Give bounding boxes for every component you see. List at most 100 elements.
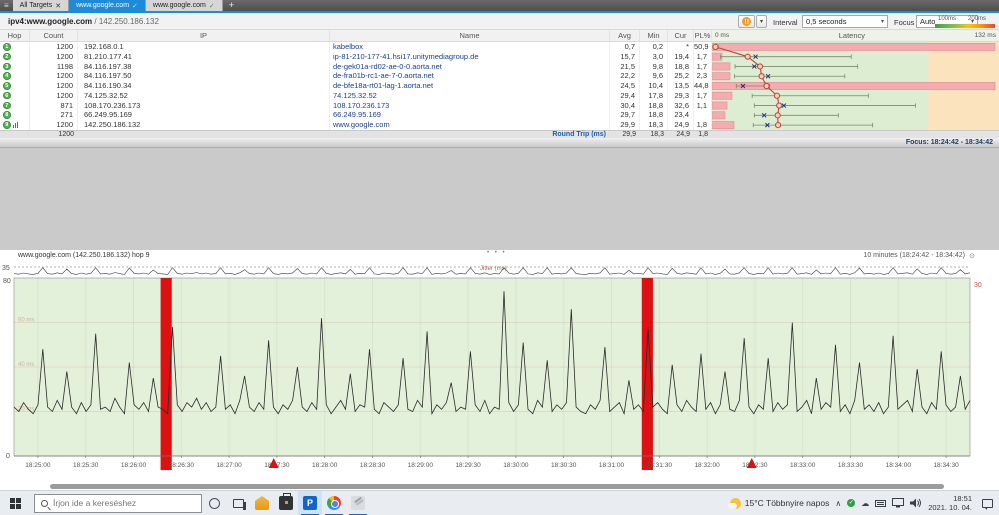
table-row[interactable]: 3 1198 84.116.197.38 de-gek01a-rd02-ae-0-0.… — [0, 61, 712, 72]
time-tick-label: 18:31:00 — [599, 462, 625, 469]
col-pl[interactable]: PL% — [694, 30, 712, 42]
time-tick-label: 18:32:00 — [694, 462, 720, 469]
cell-name: 108.170.236.173 — [330, 100, 610, 111]
cell-count: 1200 — [30, 71, 78, 82]
focus-strip: Focus: 18:24:42 - 18:34:42 — [0, 138, 999, 148]
table-row[interactable]: 4 1200 84.116.197.50 de-fra01b-rc1-ae-7-0.a… — [0, 71, 712, 82]
cell-avg: 22,2 — [610, 71, 640, 82]
cell-ip: 192.168.0.1 — [78, 42, 330, 52]
hop-badge: 2 — [3, 52, 11, 61]
search-input[interactable] — [53, 498, 183, 508]
start-button[interactable] — [0, 491, 30, 515]
cell-ip: 84.116.190.34 — [78, 81, 330, 91]
avg-latency-marker — [712, 43, 719, 50]
tools-app-icon — [255, 496, 269, 510]
table-footer-right — [712, 130, 999, 138]
cell-avg: 21,5 — [610, 61, 640, 72]
tray-display-icon[interactable] — [892, 498, 905, 508]
col-cur[interactable]: Cur — [668, 30, 694, 42]
cell-pl: 1,7 — [694, 61, 712, 72]
cortana-button[interactable] — [202, 491, 226, 515]
cell-min: 9,8 — [640, 61, 668, 72]
tray-onedrive-icon[interactable]: ☁ — [861, 491, 869, 515]
cell-ip: 74.125.32.52 — [78, 90, 330, 101]
taskbar-search[interactable] — [34, 493, 202, 513]
table-row[interactable]: 2 1200 81.210.177.41 ip-81-210-177-41.hsi17… — [0, 51, 712, 62]
table-row[interactable]: 7 871 108.170.236.173 108.170.236.173 30,4 18… — [0, 100, 712, 111]
tab-bar: ≡ All Targets ✕ www.google.com ✓ www.goo… — [0, 0, 999, 11]
close-icon[interactable]: ✕ — [55, 2, 61, 10]
loss-bar — [712, 62, 731, 71]
tray-keyboard-icon[interactable] — [875, 499, 887, 508]
tray-volume-icon[interactable] — [910, 498, 922, 508]
pause-dropdown-button[interactable]: ▾ — [756, 15, 767, 28]
weather-widget[interactable]: 15°C Többnyire napos — [727, 497, 829, 509]
avg-latency-marker — [763, 82, 770, 90]
focus-range-text: Focus: 18:24:42 - 18:34:42 — [905, 139, 993, 146]
app-pingplotter-button[interactable]: P — [298, 490, 322, 515]
col-count[interactable]: Count — [30, 30, 78, 42]
cell-avg: 29,4 — [610, 90, 640, 101]
weather-temp: 15°C — [744, 498, 764, 508]
cell-name: de-bfe18a-rt01-lag-1.aorta.net — [330, 81, 610, 91]
col-avg[interactable]: Avg — [610, 30, 640, 42]
time-tick-label: 18:26:00 — [121, 462, 147, 469]
clock-time: 18:51 — [953, 493, 972, 503]
tray-antivirus-icon[interactable]: ✓ — [847, 499, 856, 507]
task-view-button[interactable] — [226, 491, 250, 515]
cell-cur: 18,8 — [668, 61, 694, 72]
pause-button[interactable] — [738, 15, 755, 28]
menu-icon[interactable]: ≡ — [0, 0, 13, 11]
time-tick-label: 18:33:30 — [838, 462, 864, 469]
cell-avg: 15,7 — [610, 51, 640, 62]
gridline-label: 20 ms — [18, 407, 34, 413]
check-icon: ✓ — [208, 2, 215, 10]
table-row[interactable]: 5 1200 84.116.190.34 de-bfe18a-rt01-lag-1.a… — [0, 81, 712, 91]
search-icon — [41, 499, 48, 507]
tab-google-active[interactable]: www.google.com ✓ — [69, 0, 146, 11]
col-ip[interactable]: IP — [78, 30, 330, 42]
legend-200ms: 200ms — [968, 16, 987, 22]
taskbar-clock[interactable]: 18:51 2021. 10. 04. — [928, 494, 972, 513]
splitter-handle[interactable]: • • • — [487, 250, 507, 256]
time-tick-label: 18:26:30 — [169, 462, 195, 469]
hop-badge: 7 — [3, 101, 11, 110]
col-name[interactable]: Name — [330, 30, 610, 42]
target-title: ipv4:www.google.com / 142.250.186.132 — [8, 17, 159, 26]
table-row[interactable]: 9 1200 142.250.186.132 www.google.com 29,9 18… — [0, 120, 712, 130]
tab-all-targets[interactable]: All Targets ✕ — [12, 0, 70, 11]
cell-name: de-fra01b-rc1-ae-7-0.aorta.net — [330, 71, 610, 82]
col-hop[interactable]: Hop — [0, 30, 30, 42]
timeline-range-label[interactable]: 10 minutes (18:24:42 - 18:34:42) — [863, 252, 965, 259]
cell-min: 9,6 — [640, 71, 668, 82]
horizontal-scrollbar-thumb[interactable] — [50, 484, 944, 489]
table-row[interactable]: 6 1200 74.125.32.52 74.125.32.52 29,4 17,8 29,… — [0, 90, 712, 101]
interval-select[interactable]: 0,5 seconds ▾ — [802, 15, 888, 28]
briefcase-app-icon — [279, 493, 293, 510]
loss-bar — [712, 91, 733, 100]
tray-chevron-icon[interactable]: ∧ — [835, 491, 841, 515]
cell-min: 18,8 — [640, 110, 668, 121]
windows-logo-icon — [9, 497, 21, 509]
latency-timeline-plot[interactable]: 20 ms40 ms60 ms35 Jitter (ms)18:25:00 18:2… — [0, 262, 999, 480]
app-tools-button[interactable] — [250, 491, 274, 515]
pingplotter-icon: P — [303, 496, 317, 510]
table-row[interactable]: 1 1200 192.168.0.1 kabelbox 0,7 0,2 * 50,9 — [0, 42, 712, 52]
cell-name: kabelbox — [330, 42, 610, 52]
table-row[interactable]: 8 271 66.249.95.169 66.249.95.169 29,7 18,8 23… — [0, 110, 712, 121]
timeline-range-icon[interactable]: ⊙ — [969, 252, 975, 260]
app-gray-button[interactable] — [346, 491, 370, 515]
app-chrome-button[interactable] — [322, 491, 346, 515]
focus-label: Focus — [894, 18, 915, 27]
new-tab-button[interactable]: + — [223, 0, 240, 11]
time-tick-label: 18:29:30 — [455, 462, 481, 469]
tab-google-2[interactable]: www.google.com ✓ — [145, 0, 223, 11]
cell-pl: 2,3 — [694, 71, 712, 82]
time-tick-label: 18:28:30 — [360, 462, 386, 469]
app-briefcase-button[interactable] — [274, 491, 298, 515]
col-min[interactable]: Min — [640, 30, 668, 42]
latency-color-scale — [935, 24, 995, 28]
gridline-label: 40 ms — [18, 362, 34, 368]
action-center-icon[interactable] — [982, 498, 993, 510]
time-tick-label: 18:33:00 — [790, 462, 816, 469]
